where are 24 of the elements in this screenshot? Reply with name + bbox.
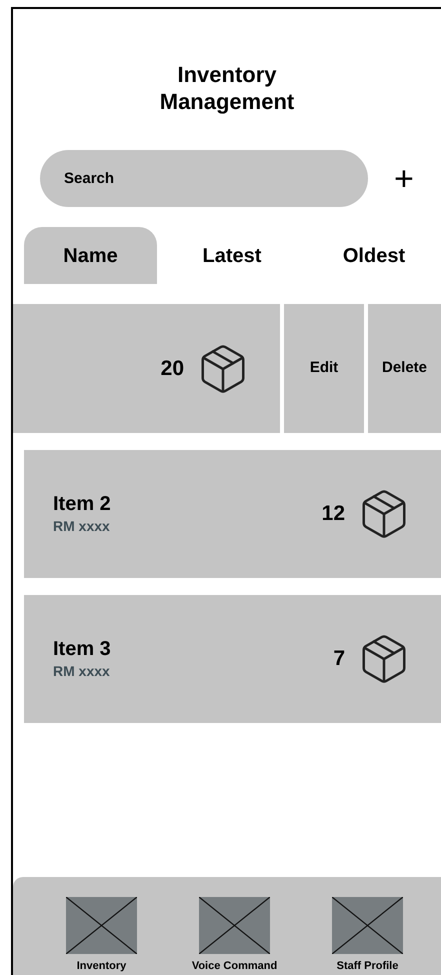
edit-button[interactable]: Edit	[284, 304, 364, 433]
nav-tab[interactable]: Staff Profile	[301, 897, 434, 975]
item-price: RM xxxx	[53, 662, 111, 680]
item-quantity: 20	[160, 356, 184, 382]
image-placeholder-icon	[66, 897, 137, 954]
item-quantity: 7	[333, 646, 345, 672]
nav-tab[interactable]: Voice Command	[168, 897, 301, 975]
sort-tab[interactable]: Oldest	[307, 227, 441, 284]
nav-tab[interactable]: Inventory	[35, 897, 168, 975]
search-field[interactable]: Search	[40, 150, 368, 207]
page-title: Inventory Management	[158, 61, 296, 115]
item-row[interactable]: Item 3 RM xxxx 7	[24, 595, 441, 723]
item-row[interactable]: 20	[13, 304, 280, 433]
item-quantity: 12	[322, 501, 345, 528]
item-row[interactable]: Item 2 RM xxxx 12	[24, 450, 441, 578]
image-placeholder-icon	[199, 897, 270, 954]
item-name: Item 2	[53, 492, 111, 516]
item-name: Item 3	[53, 636, 111, 660]
sort-tab[interactable]: Name	[24, 227, 157, 284]
image-placeholder-icon	[332, 897, 403, 954]
delete-button[interactable]: Delete	[368, 304, 441, 433]
add-button[interactable]: +	[390, 162, 418, 196]
item-price: RM xxxx	[53, 516, 111, 536]
sort-tab[interactable]: Latest	[157, 227, 307, 284]
